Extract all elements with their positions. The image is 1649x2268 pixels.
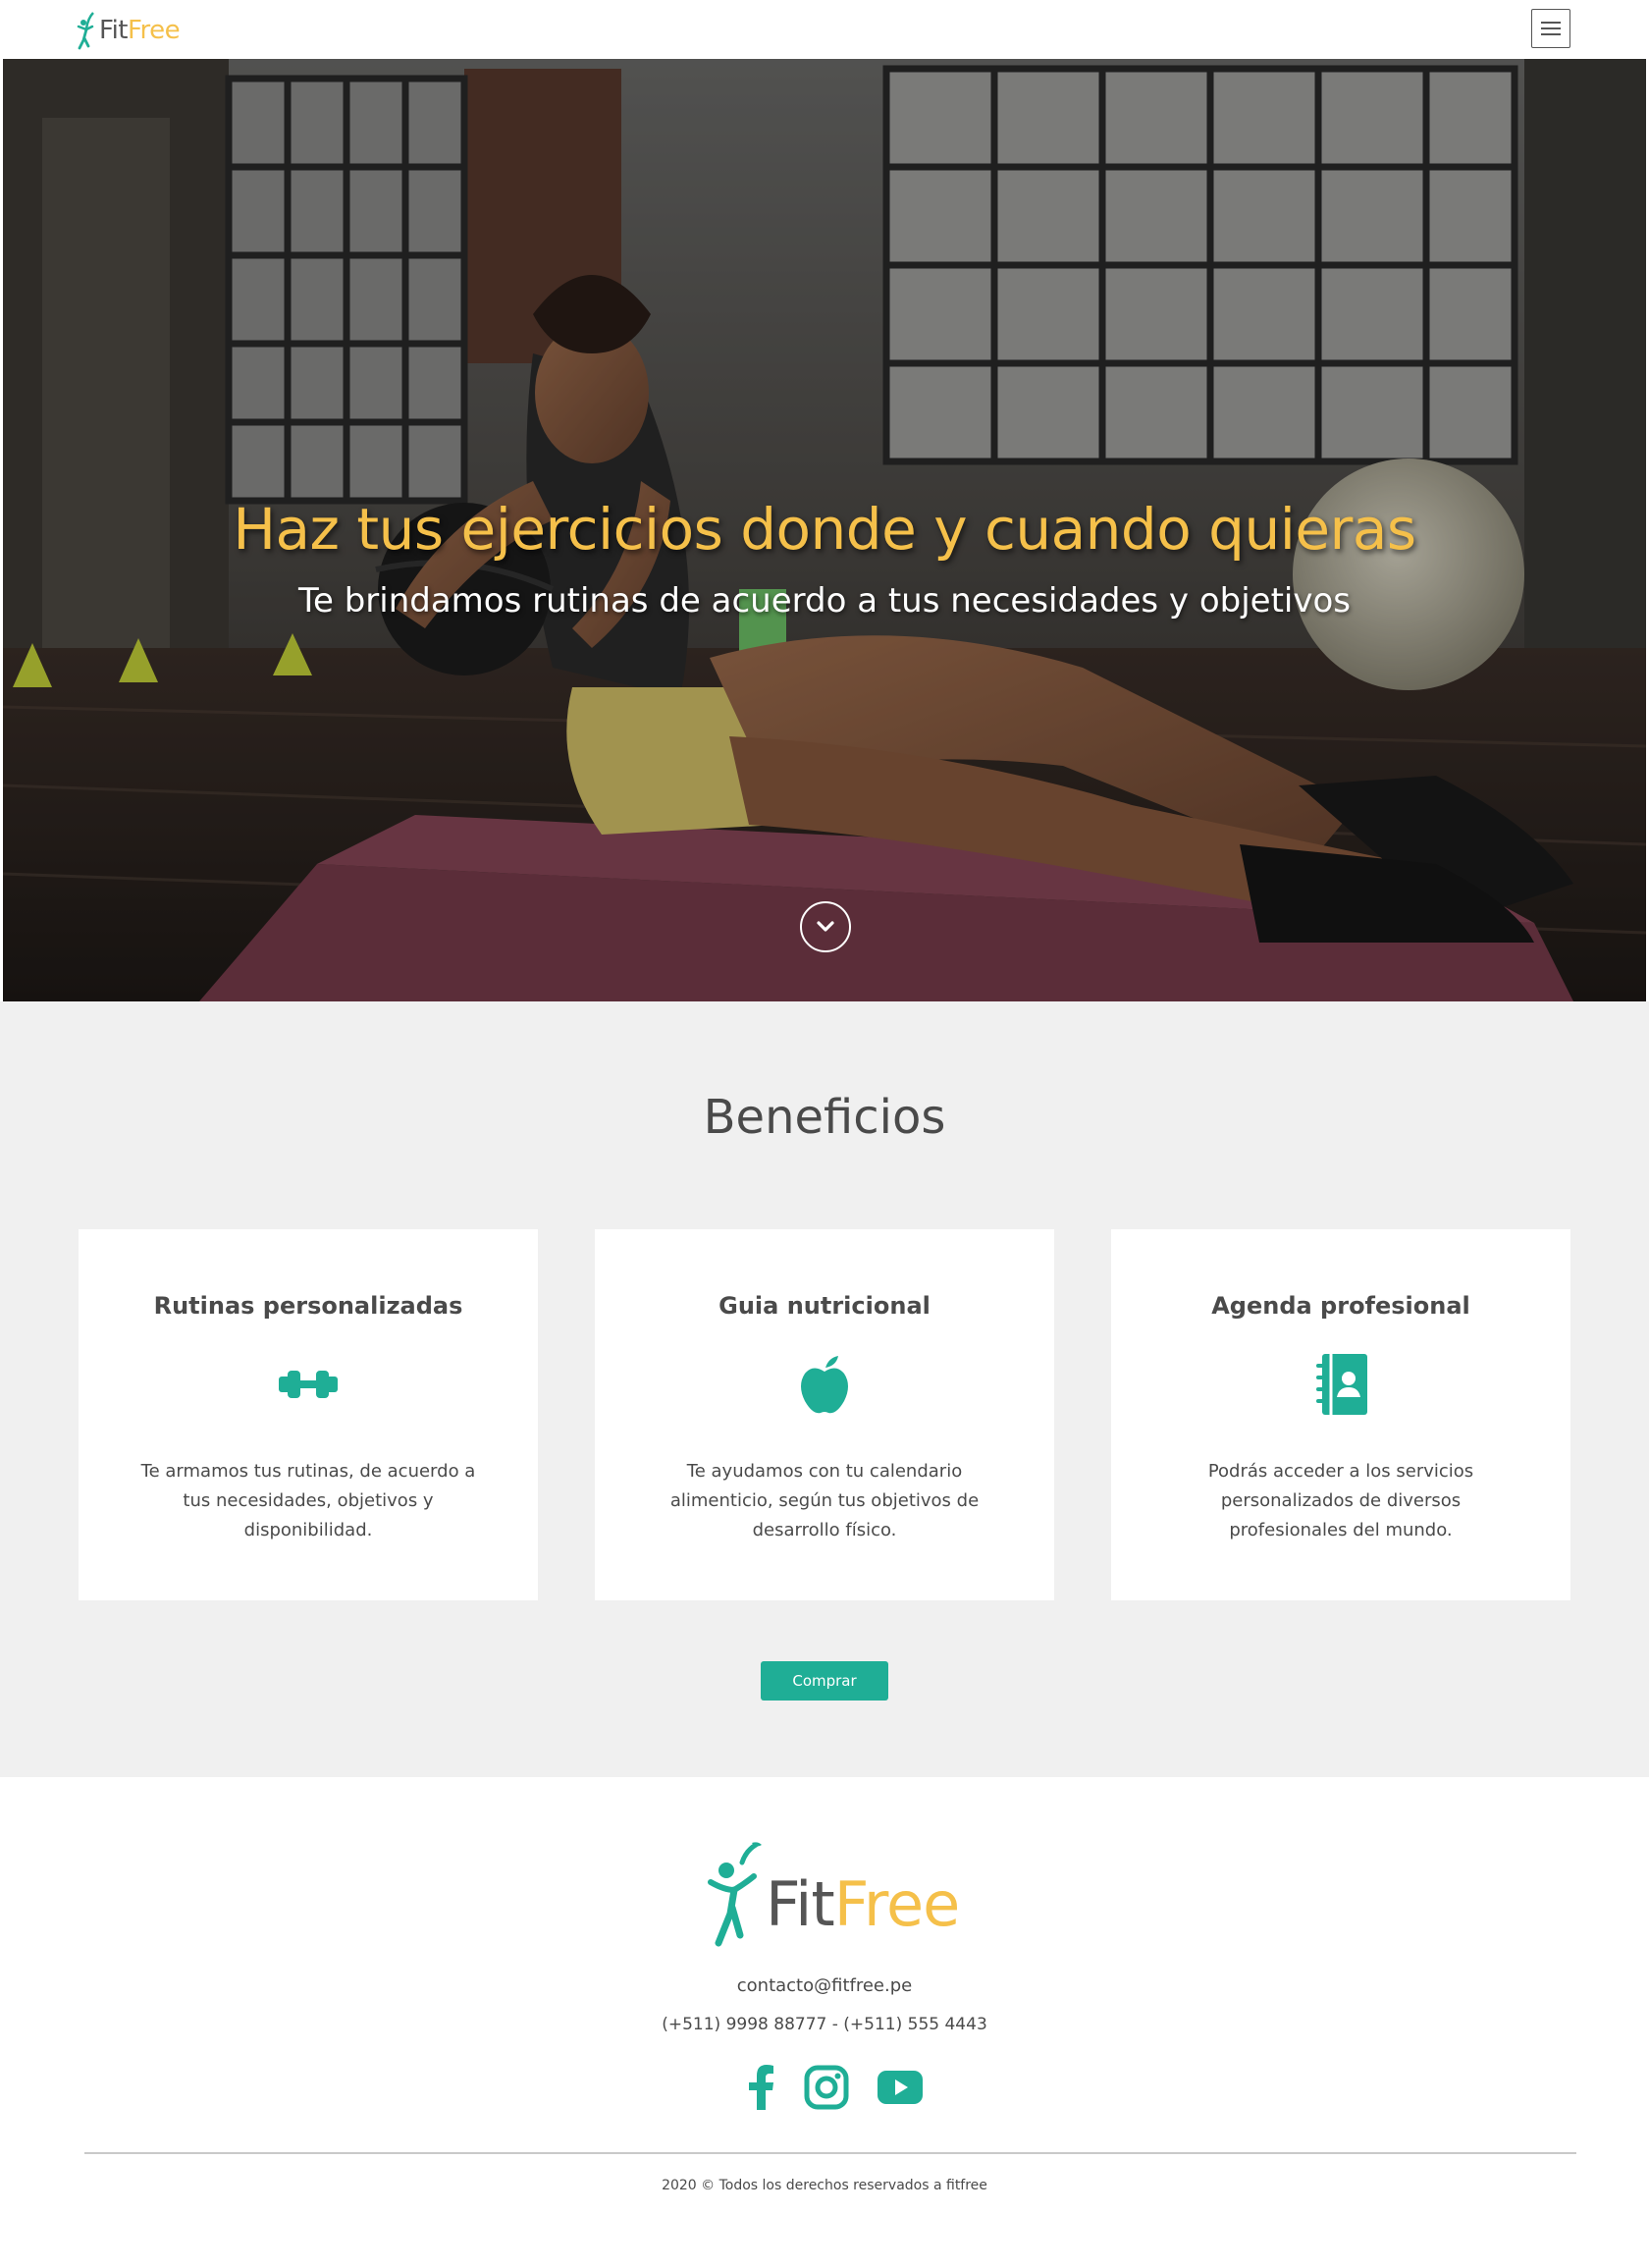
navbar: FitFree <box>0 0 1649 59</box>
fitfree-logo-icon <box>708 1842 762 1947</box>
apple-icon <box>795 1355 854 1414</box>
contact-email[interactable]: contacto@fitfree.pe <box>0 1975 1649 1996</box>
contact-phone: (+511) 9998 88777 - (+511) 555 4443 <box>662 2015 987 2034</box>
footer-brand-wordmark: FitFree <box>766 1867 961 1940</box>
scroll-down-button[interactable] <box>800 901 851 952</box>
card-title: Guia nutricional <box>718 1292 931 1320</box>
benefits-section: Beneficios Rutinas personalizadas Te arm… <box>0 1001 1649 1777</box>
fitfree-logo-icon <box>77 12 94 50</box>
chevron-down-icon <box>817 921 834 932</box>
instagram-icon[interactable] <box>804 2065 849 2110</box>
card-description: Te armamos tus rutinas, de acuerdo a tus… <box>140 1461 476 1540</box>
youtube-icon[interactable] <box>878 2071 923 2104</box>
dumbbell-icon <box>279 1355 338 1414</box>
footer-divider <box>84 2152 1576 2154</box>
hero-title: Haz tus ejercicios donde y cuando quiera… <box>233 496 1416 563</box>
copyright-text: 2020 © Todos los derechos reservados a f… <box>662 2178 987 2193</box>
card-description: Te ayudamos con tu calendario alimentici… <box>669 1461 980 1540</box>
facebook-icon[interactable] <box>746 2065 775 2110</box>
card-description: Podrás acceder a los servicios personali… <box>1207 1461 1474 1540</box>
address-book-icon <box>1311 1354 1370 1415</box>
buy-button[interactable]: Comprar <box>761 1661 888 1701</box>
brand-part-fit: Fit <box>766 1867 835 1940</box>
card-title: Agenda profesional <box>1211 1292 1470 1320</box>
brand-wordmark: FitFree <box>99 16 181 45</box>
hero-subtitle: Te brindamos rutinas de acuerdo a tus ne… <box>297 581 1352 621</box>
footer: FitFree contacto@fitfree.pe (+511) 9998 … <box>0 1777 1649 2268</box>
footer-logo[interactable]: FitFree <box>707 1840 962 1948</box>
brand-logo[interactable]: FitFree <box>77 10 181 51</box>
brand-part-free: Free <box>127 16 181 45</box>
brand-part-fit: Fit <box>99 16 128 45</box>
benefits-title: Beneficios <box>703 1090 946 1145</box>
hero-section: Haz tus ejercicios donde y cuando quiera… <box>3 59 1646 1001</box>
brand-part-free: Free <box>833 1867 961 1940</box>
benefit-card-agenda: Agenda profesional Podrás acceder a los … <box>1111 1229 1570 1600</box>
benefit-card-nutrition: Guia nutricional Te ayudamos con tu cale… <box>595 1229 1054 1600</box>
hamburger-menu-icon[interactable] <box>1531 9 1570 48</box>
card-title: Rutinas personalizadas <box>153 1292 463 1320</box>
benefit-card-routines: Rutinas personalizadas Te armamos tus ru… <box>79 1229 538 1600</box>
social-links <box>746 2062 923 2113</box>
